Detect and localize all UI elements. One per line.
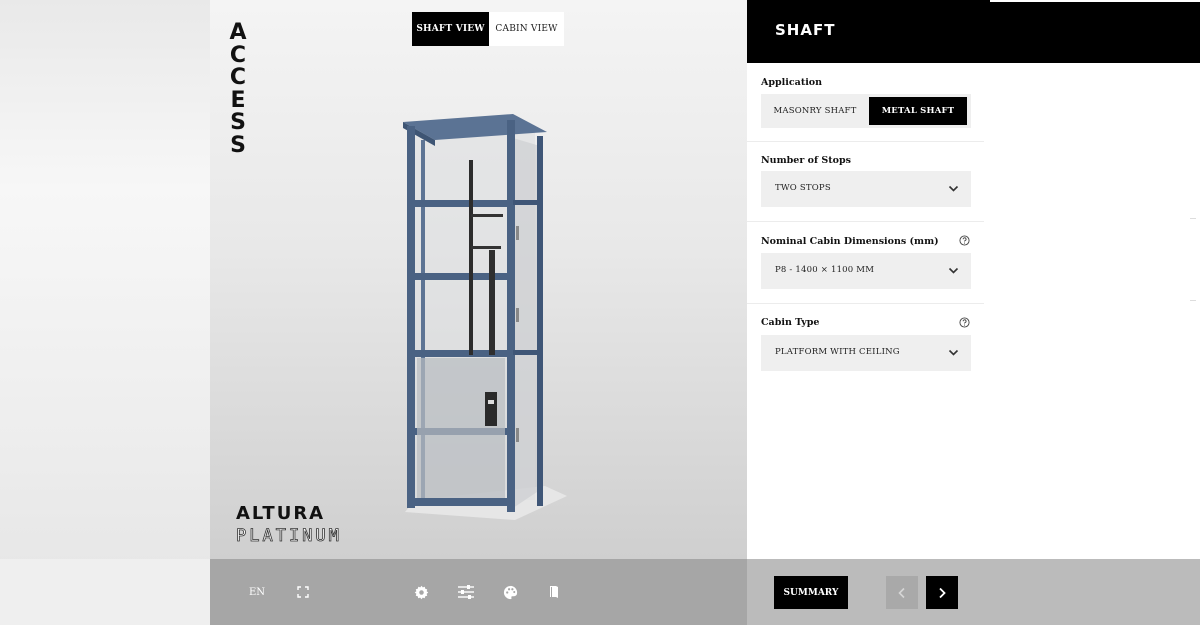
left-background (0, 0, 210, 628)
elevator-3d-render[interactable] (395, 110, 575, 520)
application-toggle: MASONRY SHAFT METAL SHAFT (761, 94, 971, 128)
dimensions-dropdown[interactable]: P8 - 1400 × 1100 MM (761, 253, 971, 289)
chevron-right-icon (939, 587, 946, 598)
chevron-left-icon (898, 587, 905, 598)
divider (1190, 300, 1196, 301)
bracket (471, 214, 503, 217)
cabin (417, 358, 505, 498)
view-toggle: SHAFT VIEW CABIN VIEW (412, 12, 564, 46)
bottom-toolbar: EN (210, 559, 747, 625)
brand-logo-vertical: A C C E S S (228, 20, 248, 158)
post-back-right (537, 136, 543, 506)
cabin-type-value: PLATFORM WITH CEILING (775, 347, 900, 357)
dimensions-label: Nominal Cabin Dimensions (mm) (761, 236, 939, 247)
chevron-down-icon (948, 349, 959, 356)
logo-letter: C (229, 42, 247, 68)
chevron-down-icon (948, 267, 959, 274)
cabin-type-dropdown[interactable]: PLATFORM WITH CEILING (761, 335, 971, 371)
cabin-view-button[interactable]: CABIN VIEW (489, 12, 564, 46)
metal-shaft-option[interactable]: METAL SHAFT (869, 97, 967, 125)
masonry-shaft-option[interactable]: MASONRY SHAFT (765, 97, 865, 125)
summary-button[interactable]: SUMMARY (774, 576, 848, 609)
control-panel (485, 392, 497, 426)
side-rail (513, 200, 539, 205)
stops-label: Number of Stops (761, 155, 851, 166)
book-icon[interactable] (543, 581, 565, 603)
drive-motor (489, 250, 495, 355)
stops-value: TWO STOPS (775, 183, 831, 193)
help-icon[interactable] (959, 235, 970, 246)
language-button[interactable]: EN (246, 581, 268, 603)
previous-button[interactable] (886, 576, 918, 609)
door-handle (516, 226, 519, 240)
post-left (407, 126, 415, 508)
fullscreen-icon[interactable] (292, 581, 314, 603)
logo-letter: A (229, 20, 247, 45)
panel-header: SHAFT (747, 0, 1200, 63)
cabin-type-section: Cabin Type PLATFORM WITH CEILING (747, 304, 984, 384)
dimensions-section: Nominal Cabin Dimensions (mm) P8 - 1400 … (747, 222, 984, 304)
cabin-type-label: Cabin Type (761, 317, 820, 328)
shaft-view-button[interactable]: SHAFT VIEW (412, 12, 489, 46)
next-button[interactable] (926, 576, 958, 609)
logo-letter: E (230, 87, 246, 113)
side-rail (513, 350, 539, 355)
logo-letter: C (229, 65, 247, 90)
palette-icon[interactable] (499, 581, 521, 603)
rail (407, 350, 515, 357)
chevron-down-icon (948, 185, 959, 192)
stops-dropdown[interactable]: TWO STOPS (761, 171, 971, 207)
bracket (471, 246, 501, 249)
drive-column (469, 160, 473, 355)
post-front-right (507, 120, 515, 512)
model-name-line2: PLATINUM (236, 526, 342, 547)
door-handle (516, 308, 519, 322)
control-display (488, 400, 494, 404)
toolbar-left-extension (0, 559, 210, 625)
model-name: ALTURA PLATINUM (236, 503, 342, 546)
application-label: Application (761, 77, 823, 88)
navigation-bar: SUMMARY (747, 559, 1200, 625)
gear-icon[interactable] (410, 581, 432, 603)
logo-letter: S (230, 110, 246, 135)
side-glass (513, 138, 540, 508)
sliders-icon[interactable] (454, 581, 478, 603)
rail (407, 273, 515, 280)
door-handle (516, 428, 519, 442)
header-notch (990, 0, 1200, 2)
help-icon[interactable] (959, 317, 970, 328)
model-name-line1: ALTURA (236, 503, 326, 524)
divider (1190, 218, 1196, 219)
rail (407, 200, 515, 207)
stops-section: Number of Stops TWO STOPS (747, 142, 984, 222)
logo-letter: S (230, 132, 246, 158)
rail (407, 498, 515, 506)
application-section: Application MASONRY SHAFT METAL SHAFT (747, 63, 984, 142)
panel-title: SHAFT (775, 21, 836, 39)
dimensions-value: P8 - 1400 × 1100 MM (775, 265, 875, 275)
